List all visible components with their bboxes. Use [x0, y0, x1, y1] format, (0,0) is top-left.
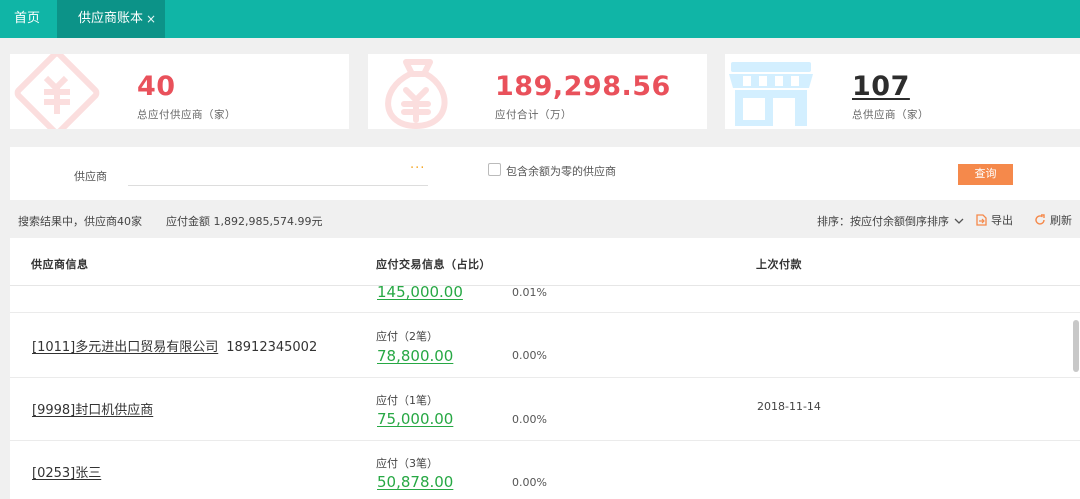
search-result-count: 搜索结果中，供应商40家: [18, 215, 142, 228]
filter-panel: 供应商 ··· 包含余额为零的供应商 查询: [10, 147, 1080, 200]
supplier-phone: 18912345002: [226, 340, 318, 355]
sort-dropdown[interactable]: 排序：按应付余额倒序排序: [817, 213, 964, 229]
stat-card-total-suppliers: 107 总供应商（家）: [725, 54, 1080, 129]
more-options-icon[interactable]: ···: [410, 161, 425, 176]
refresh-button[interactable]: 刷新: [1034, 212, 1072, 228]
stat-card-payable-total: 189,298.56 应付合计（万）: [368, 54, 707, 129]
column-header-payable-info: 应付交易信息（占比）: [376, 258, 491, 271]
export-button[interactable]: 导出: [976, 212, 1013, 228]
table-row: 145,000.00 0.01%: [10, 283, 1080, 313]
table-row: [0253]张三 应付（3笔） 50,878.00 0.00%: [10, 441, 1080, 499]
export-label: 导出: [991, 214, 1013, 227]
include-zero-balance-label[interactable]: 包含余额为零的供应商: [506, 163, 616, 179]
supplier-name-link[interactable]: [9998]封口机供应商: [32, 403, 153, 418]
stat-label-payable-total: 应付合计（万）: [495, 109, 572, 121]
payable-amount-link[interactable]: 75,000.00: [377, 410, 453, 428]
last-payment-date: 2018-11-14: [757, 400, 821, 413]
tab-supplier-ledger-label: 供应商账本: [78, 11, 144, 26]
chevron-down-icon: [954, 218, 963, 224]
stat-value-payable-total: 189,298.56: [495, 71, 671, 102]
store-icon: [729, 62, 813, 126]
payable-ratio: 0.01%: [512, 286, 547, 299]
include-zero-balance-checkbox[interactable]: [488, 163, 501, 176]
payable-count-label: 应付（3笔）: [376, 457, 438, 470]
tab-home[interactable]: 首页: [14, 0, 40, 38]
payable-ratio: 0.00%: [512, 349, 547, 362]
payable-amount-total: 应付金额 1,892,985,574.99元: [166, 215, 323, 228]
supplier-info: [9998]封口机供应商: [32, 399, 153, 418]
payable-ratio: 0.00%: [512, 413, 547, 426]
export-icon: [976, 214, 987, 226]
supplier-name-link[interactable]: [1011]多元进出口贸易有限公司: [32, 340, 218, 355]
supplier-table: 供应商信息 应付交易信息（占比） 上次付款 145,000.00 0.01% […: [10, 238, 1080, 499]
payable-vendor-icon: [14, 54, 100, 129]
refresh-icon: [1035, 214, 1045, 225]
stat-value-total-suppliers[interactable]: 107: [852, 71, 910, 102]
column-header-supplier-info: 供应商信息: [31, 258, 89, 271]
summary-bar: 搜索结果中，供应商40家 应付金额 1,892,985,574.99元 排序：按…: [0, 200, 1080, 238]
table-row: [9998]封口机供应商 应付（1笔） 75,000.00 0.00% 2018…: [10, 378, 1080, 441]
table-row: [1011]多元进出口贸易有限公司 18912345002 应付（2笔） 78,8…: [10, 314, 1080, 378]
payable-amount-link[interactable]: 78,800.00: [377, 347, 453, 365]
payable-ratio: 0.00%: [512, 476, 547, 489]
top-nav-bar: 首页 供应商账本 ×: [0, 0, 1080, 38]
payable-count-label: 应付（2笔）: [376, 330, 438, 343]
stat-value-payable-suppliers: 40: [137, 71, 176, 102]
tab-supplier-ledger[interactable]: 供应商账本 ×: [57, 0, 165, 38]
table-header: 供应商信息 应付交易信息（占比） 上次付款: [10, 238, 1080, 286]
money-bag-icon: [385, 59, 448, 129]
supplier-info: [1011]多元进出口贸易有限公司 18912345002: [32, 336, 317, 355]
supplier-info: [0253]张三: [32, 462, 101, 481]
payable-amount-link[interactable]: 50,878.00: [377, 473, 453, 491]
refresh-label: 刷新: [1050, 214, 1072, 227]
column-header-last-payment: 上次付款: [756, 258, 802, 271]
supplier-input[interactable]: [128, 160, 428, 186]
stat-label-payable-suppliers: 总应付供应商（家）: [137, 109, 236, 121]
query-button[interactable]: 查询: [958, 164, 1013, 185]
supplier-name-link[interactable]: [0253]张三: [32, 466, 101, 481]
table-scrollbar[interactable]: [1073, 320, 1079, 372]
sort-label: 排序：按应付余额倒序排序: [817, 215, 949, 228]
stat-label-total-suppliers: 总供应商（家）: [852, 109, 929, 121]
close-icon[interactable]: ×: [146, 0, 156, 38]
stat-card-payable-suppliers: 40 总应付供应商（家）: [10, 54, 349, 129]
payable-count-label: 应付（1笔）: [376, 394, 438, 407]
supplier-filter-label: 供应商: [74, 170, 107, 183]
